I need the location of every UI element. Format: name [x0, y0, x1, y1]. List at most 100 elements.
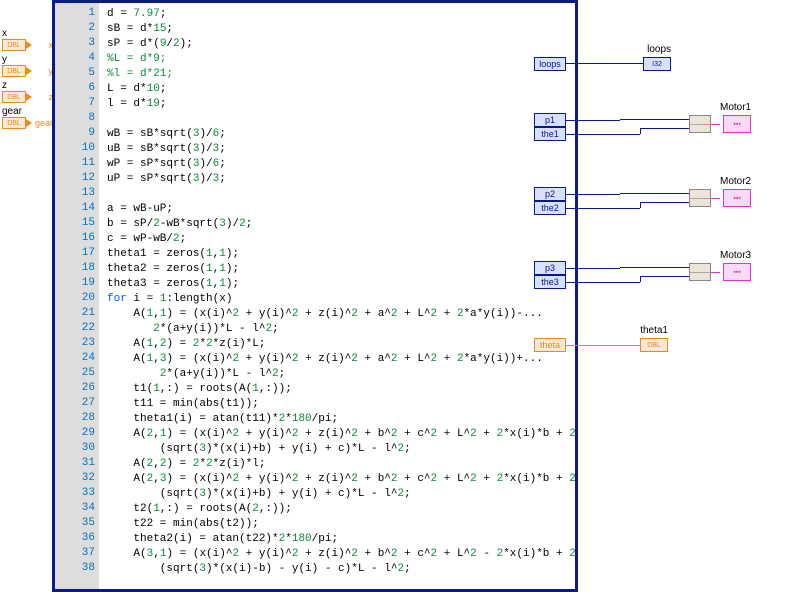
bundle-node-3[interactable]	[689, 263, 711, 281]
wire	[566, 208, 640, 209]
wire	[566, 120, 620, 121]
input-terminal-y[interactable]: y DBLy	[2, 54, 26, 77]
wire	[620, 267, 689, 268]
line-number: 11	[82, 157, 95, 169]
code-line: theta1 = zeros(1,1);	[107, 247, 567, 262]
code-line: t1(1,:) = roots(A(1,:));	[107, 382, 567, 397]
indicator-terminal: ▪▪▪	[723, 115, 751, 133]
code-line: theta2 = zeros(1,1);	[107, 262, 567, 277]
code-line: (sqrt(3)*(x(i)+b) + y(i) + c)*L - l^2;	[107, 487, 567, 502]
line-number: 3	[88, 37, 95, 49]
wire	[566, 194, 620, 195]
indicator-terminal: ▪▪▪	[723, 189, 751, 207]
bundle-node-2[interactable]	[689, 189, 711, 207]
line-number: 34	[82, 502, 95, 514]
output-indicator-loops[interactable]: loops I32	[643, 44, 671, 71]
code-line: c = wP-wB/2;	[107, 232, 567, 247]
code-line: theta3 = zeros(1,1);	[107, 277, 567, 292]
dbl-terminal: DBLy	[2, 65, 26, 77]
input-label: y	[2, 54, 26, 65]
line-number: 29	[82, 427, 95, 439]
indicator-terminal: ▪▪▪	[723, 263, 751, 281]
line-number: 4	[88, 52, 95, 64]
code-line: wP = sP*sqrt(3)/6;	[107, 157, 567, 172]
wire	[711, 124, 720, 125]
code-line: b = sP/2-wB*sqrt(3)/2;	[107, 217, 567, 232]
wire	[711, 272, 720, 273]
line-number: 5	[88, 67, 95, 79]
line-number: 16	[82, 232, 95, 244]
tunnel-p1[interactable]: p1	[534, 113, 566, 127]
code-line	[107, 187, 567, 202]
line-number: 28	[82, 412, 95, 424]
line-number: 37	[82, 547, 95, 559]
line-number: 14	[82, 202, 95, 214]
line-number: 24	[82, 352, 95, 364]
code-line: A(3,1) = (x(i)^2 + y(i)^2 + z(i)^2 + b^2…	[107, 547, 567, 562]
output-indicator-Motor3[interactable]: Motor3 ▪▪▪	[720, 250, 751, 281]
line-number: 6	[88, 82, 95, 94]
code-line: 2*(a+y(i))*L - l^2;	[107, 367, 567, 382]
line-number: 27	[82, 397, 95, 409]
tunnel-loops[interactable]: loops	[534, 57, 566, 71]
code-line: t2(1,:) = roots(A(2,:));	[107, 502, 567, 517]
code-line: A(2,1) = (x(i)^2 + y(i)^2 + z(i)^2 + b^2…	[107, 427, 567, 442]
code-line: t22 = min(abs(t2));	[107, 517, 567, 532]
line-number: 17	[82, 247, 95, 259]
dbl-terminal: DBLgear	[2, 117, 26, 129]
tunnel-theta[interactable]: theta	[534, 338, 566, 352]
input-terminal-x[interactable]: x DBLx	[2, 28, 26, 51]
tunnel-the1[interactable]: the1	[534, 127, 566, 141]
wire	[566, 268, 620, 269]
line-number: 10	[82, 142, 95, 154]
wire	[711, 198, 720, 199]
tunnel-p3[interactable]: p3	[534, 261, 566, 275]
line-number: 35	[82, 517, 95, 529]
wire	[640, 276, 689, 277]
line-number: 20	[82, 292, 95, 304]
line-number: 1	[88, 7, 95, 19]
output-label: theta1	[640, 325, 668, 336]
code-line: A(2,2) = 2*2*z(i)*l;	[107, 457, 567, 472]
code-line: A(1,3) = (x(i)^2 + y(i)^2 + z(i)^2 + a^2…	[107, 352, 567, 367]
line-number: 19	[82, 277, 95, 289]
wire	[640, 128, 689, 129]
tunnel-the3[interactable]: the3	[534, 275, 566, 289]
code-line: %l = d*21;	[107, 67, 567, 82]
output-label: Motor1	[720, 102, 751, 113]
code-line: (sqrt(3)*(x(i)+b) + y(i) + c)*L - l^2;	[107, 442, 567, 457]
line-number: 13	[82, 187, 95, 199]
line-number: 31	[82, 457, 95, 469]
input-terminal-gear[interactable]: gear DBLgear	[2, 106, 26, 129]
mathscript-node[interactable]: 1234567891011121314151617181920212223242…	[52, 0, 578, 592]
line-number: 22	[82, 322, 95, 334]
code-line: 2*(a+y(i))*L - l^2;	[107, 322, 567, 337]
line-number: 38	[82, 562, 95, 574]
output-indicator-Motor2[interactable]: Motor2 ▪▪▪	[720, 176, 751, 207]
code-line: A(1,1) = (x(i)^2 + y(i)^2 + z(i)^2 + a^2…	[107, 307, 567, 322]
bundle-node-1[interactable]	[689, 115, 711, 133]
input-terminal-z[interactable]: z DBLz	[2, 80, 26, 103]
line-number: 26	[82, 382, 95, 394]
line-gutter: 1234567891011121314151617181920212223242…	[55, 3, 99, 589]
line-number: 36	[82, 532, 95, 544]
wire	[620, 193, 689, 194]
code-line: t11 = min(abs(t1));	[107, 397, 567, 412]
code-line: l = d*19;	[107, 97, 567, 112]
line-number: 18	[82, 262, 95, 274]
line-number: 23	[82, 337, 95, 349]
output-indicator-theta1[interactable]: theta1 DBL	[640, 325, 668, 352]
wire	[566, 282, 640, 283]
code-line: a = wB-uP;	[107, 202, 567, 217]
line-number: 9	[88, 127, 95, 139]
code-line: A(2,3) = (x(i)^2 + y(i)^2 + z(i)^2 + b^2…	[107, 472, 567, 487]
code-area[interactable]: d = 7.97;sB = d*15;sP = d*(9/2);%L = d*9…	[99, 3, 575, 589]
output-indicator-Motor1[interactable]: Motor1 ▪▪▪	[720, 102, 751, 133]
line-number: 30	[82, 442, 95, 454]
output-label: Motor2	[720, 176, 751, 187]
line-number: 12	[82, 172, 95, 184]
line-number: 33	[82, 487, 95, 499]
tunnel-the2[interactable]: the2	[534, 201, 566, 215]
line-number: 15	[82, 217, 95, 229]
tunnel-p2[interactable]: p2	[534, 187, 566, 201]
